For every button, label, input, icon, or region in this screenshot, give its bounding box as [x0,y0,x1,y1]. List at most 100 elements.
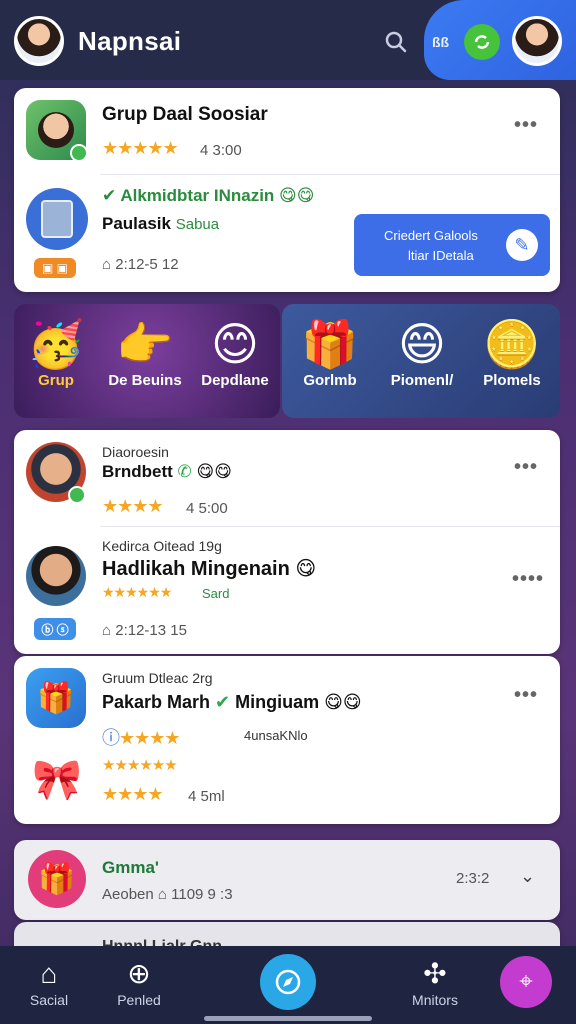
banner-label: De Beuins [108,372,182,389]
banner-label: Gorlmb [303,372,357,389]
rating-stars: ★★★★ [102,496,164,516]
banner-item-grup[interactable]: 🥳 Grup [16,316,96,389]
group-small-label: Gruum Dtleac 2rg [102,670,213,686]
more-options-icon[interactable]: ••• [514,456,538,479]
rating-text: 4 3:00 [200,142,242,159]
puzzle-icon: ✣ [423,958,447,989]
group-name-text-2: Mingiuam [235,692,320,712]
app-badge: ▣ ▣ [34,258,76,278]
home-icon: ⌂ [40,958,58,989]
search-icon: ⊕ [127,958,151,989]
online-badge [68,486,86,504]
home-icon: ⌂ [102,256,116,273]
rating-stars-row: ★★★★ [119,728,181,748]
party-emoji-icon: 🥳 [27,318,85,370]
friend-avatar[interactable] [512,16,562,66]
rating-stars: ★★★★★ [102,138,179,158]
home-icon: ⌂ [102,622,116,639]
home-icon: ⌂ [157,886,172,903]
offer-meta-text: 2:12-5 12 [115,256,179,273]
user-avatar-2[interactable] [26,546,86,606]
emoji-icon: 😋😋 [319,692,362,712]
home-indicator [204,1016,372,1021]
more-options-icon[interactable]: •••• [512,568,544,591]
group-name[interactable]: Pakarb Marh ✔ Mingiuam 😋😋 [102,692,362,713]
compass-button[interactable] [260,954,316,1010]
banner-item-beuins[interactable]: 👉 De Beuins [100,316,190,389]
app-badge: ⓑ ⓢ [34,618,76,640]
offer-meta: ⌂ 2:12-5 12 [102,256,179,273]
rating-stars-2: ★★★★★★ [102,757,178,774]
refresh-icon[interactable] [464,24,500,60]
gift-app-icon[interactable]: 🎁 [26,668,86,728]
gift-coin-icon: 🎁 [301,318,359,370]
bottom-nav: ⌂ Sacial ⊕ Penled ✣ Mnitors ⌖ [0,946,576,1024]
rating-stars: ⓘ★★★★ [102,724,181,750]
emoji-icon: 😋😋 [191,462,232,481]
group-card-1: Grup Daal Soosiar ★★★★★ 4 3:00 ••• ▣ ▣ ✔… [14,88,560,292]
gift-app-icon[interactable]: 🎁 [28,850,86,908]
cta-line-2: ltiar IDetala [408,248,474,263]
more-options-icon[interactable]: ••• [514,684,538,707]
rating-text: 4 5ml [188,788,225,805]
nav-item-sacial[interactable]: ⌂ Sacial [4,956,94,1008]
more-options-icon[interactable]: ••• [514,114,538,137]
rating-text: 4 5:00 [186,500,228,517]
details-cta-button[interactable]: Criedert Galools ltiar IDetala ✎ [354,214,550,276]
check-icon: ✔ [102,186,121,205]
member-small-label: Diaoroesin [102,444,169,460]
nav-label: Penled [117,992,161,1008]
banner-item-piomenl[interactable]: 😄 Piomenl/ [376,316,468,389]
banner-label: Plomels [483,372,541,389]
divider [100,174,560,175]
pointer-emoji-icon: 👉 [116,318,174,370]
promo-banner-left[interactable]: 🥳 Grup 👉 De Beuins 😊 Depdlane [14,304,280,418]
emoji-icon: 😋😋 [274,186,315,205]
chevron-down-icon[interactable]: ⌄ [520,866,535,887]
edit-icon: ✎ [506,229,538,261]
group-card-4[interactable]: 🎁 Gmma' Aeoben ⌂ 1109 9 :3 2:3:2 ⌄ [14,840,560,920]
tag-button[interactable]: ⌖ [500,956,552,1008]
nav-label: Sacial [29,992,69,1008]
member-meta: ⌂ 2:12-13 15 [102,622,187,639]
member-meta-text: 2:12-13 15 [115,622,187,639]
tag-label: Sard [202,586,230,601]
smile-emoji-icon: 😊 [211,318,259,370]
banner-item-gorlmb[interactable]: 🎁 Gorlmb [286,316,374,389]
offer-title-text: Alkmidbtar INnazin [120,186,275,205]
group-sub-value: 1109 9 :3 [171,886,233,903]
banner-label: Depdlane [201,372,269,389]
member-name-text: Brndbett [102,462,173,481]
whatsapp-icon: ✆ [172,462,192,481]
group-sub-text: Aeoben [102,886,154,903]
divider [100,526,560,527]
offer-subtitle-text: Paulasik [102,214,171,233]
gift-box-icon[interactable]: 🎀 [24,748,90,810]
offer-title: ✔ Alkmidbtar INnazin 😋😋 [102,186,314,206]
member-name[interactable]: Hadlikah Mingenain 😋 [102,556,316,581]
tag-label: 4unsaKNlo [244,728,308,743]
rating-stars: ★★★★★★ [102,584,172,600]
emoji-icon: 😋 [289,558,317,580]
coin-icon: 🪙 [483,318,541,370]
offer-subtitle: Paulasik Sabua [102,214,219,234]
edit-app-icon[interactable] [26,188,88,250]
promo-banner-right[interactable]: 🎁 Gorlmb 😄 Piomenl/ 🪙 Plomels [282,304,560,418]
member-name-text: Hadlikah Mingenain [102,558,290,580]
group-name[interactable]: Grup Daal Soosiar [102,104,268,126]
group-card-2: Diaoroesin Brndbett ✆ 😋😋 ★★★★ 4 5:00 •••… [14,430,560,654]
member-small-label: Kedirca Oitead 19g [102,538,222,554]
member-name[interactable]: Brndbett ✆ 😋😋 [102,462,232,482]
rating-stars-3: ★★★★ [102,784,164,804]
time-label: 2:3:2 [456,870,490,887]
group-name: Gmma' [102,858,159,877]
banner-item-depdlane[interactable]: 😊 Depdlane [192,316,278,389]
check-icon: ✔ [210,692,236,712]
banner-item-plomels[interactable]: 🪙 Plomels [468,316,556,389]
search-icon[interactable] [384,30,408,54]
nav-item-penled[interactable]: ⊕ Penled [94,956,184,1008]
online-badge [70,144,88,162]
profile-avatar[interactable] [14,16,64,66]
banner-label: Piomenl/ [390,372,454,389]
nav-item-mnitors[interactable]: ✣ Mnitors [390,956,480,1008]
